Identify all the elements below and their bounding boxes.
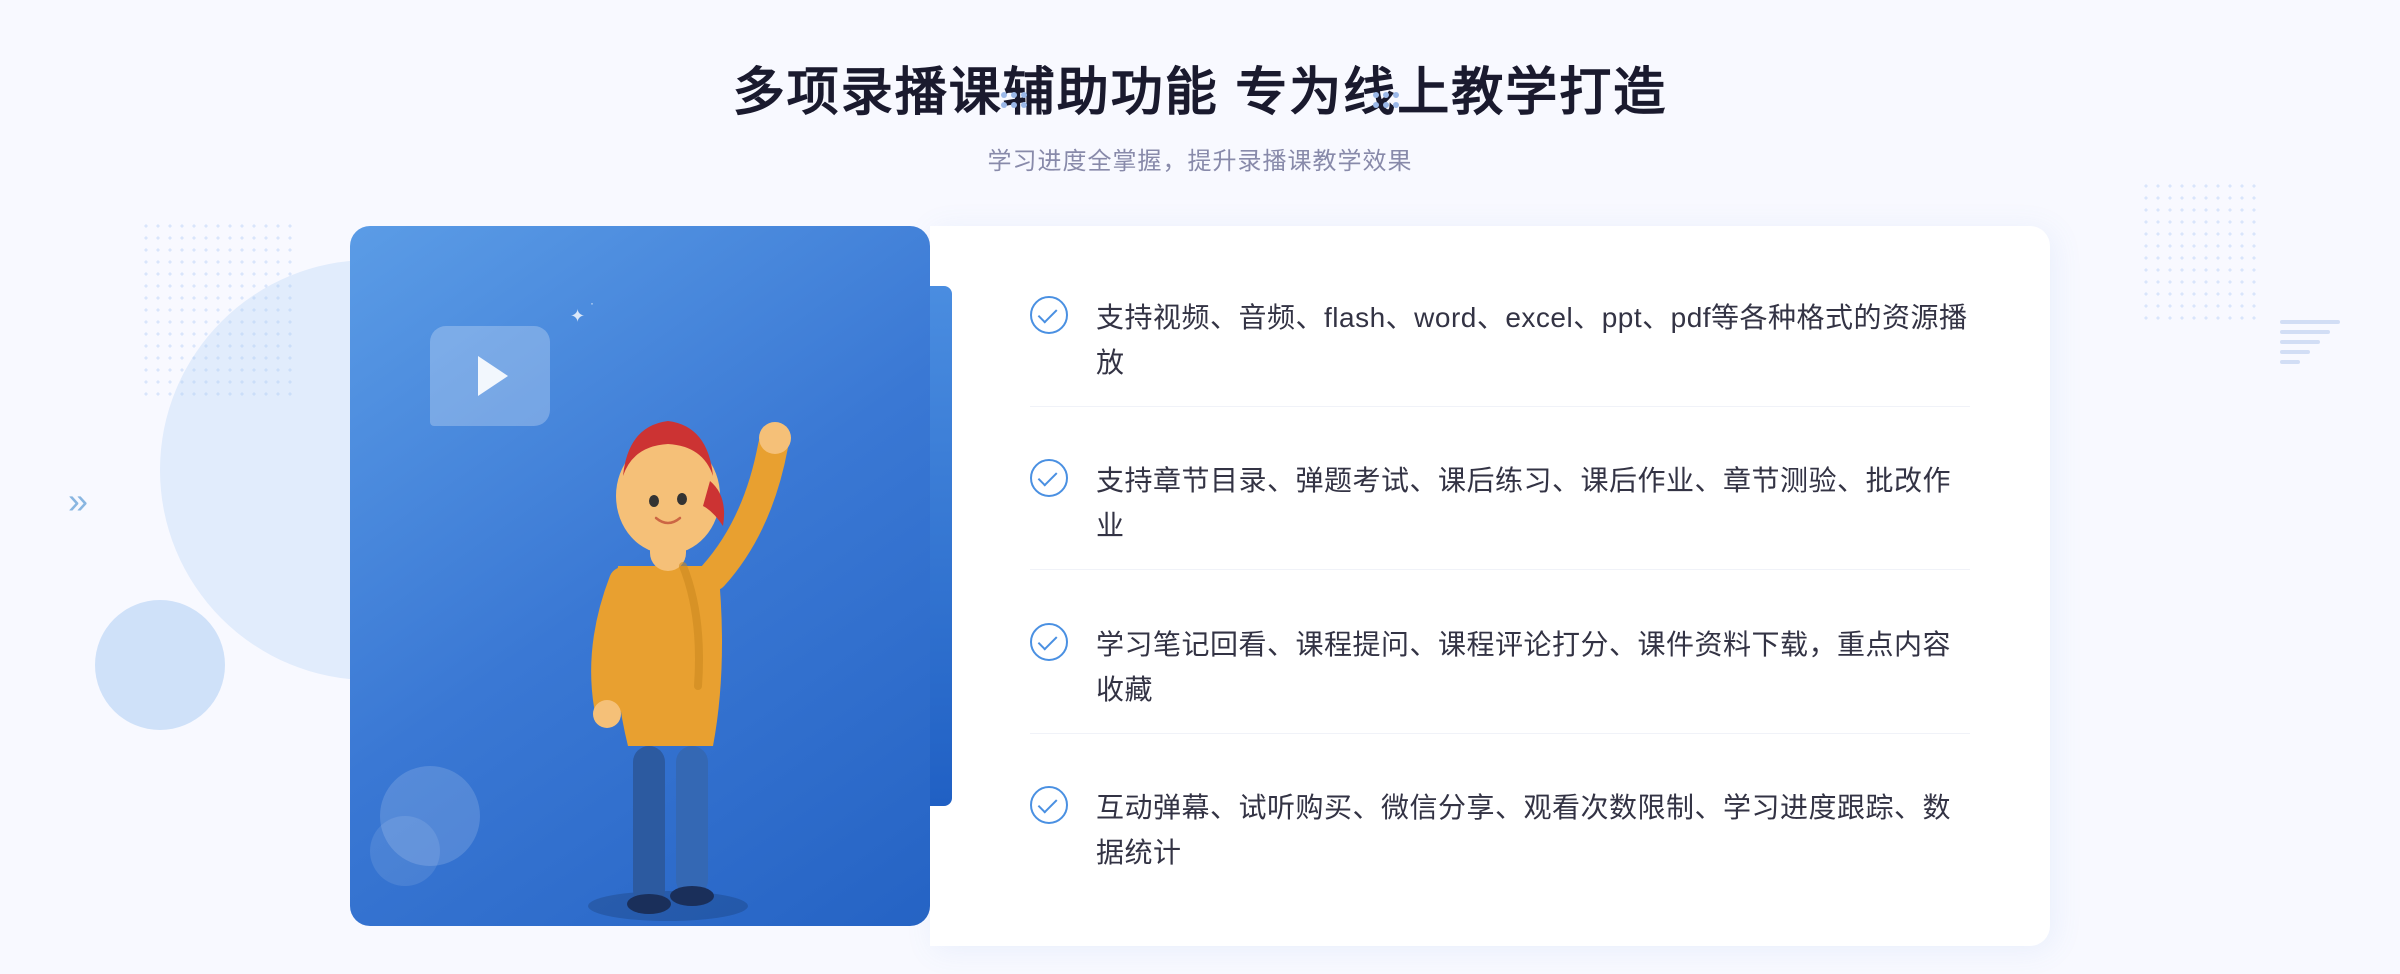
check-mark-3	[1038, 631, 1058, 651]
feature-text-3: 学习笔记回看、课程提问、课程评论打分、课件资料下载，重点内容收藏	[1096, 623, 1970, 713]
page-container: » 多项录播课辅助功能 专为线上教学打造 学习进度全掌握，提升录播课教学效果	[0, 0, 2400, 974]
dot-grid-left	[1373, 92, 1399, 108]
person-figure	[528, 366, 808, 926]
stripes-decoration	[2280, 320, 2340, 420]
stripe-4	[2280, 350, 2310, 354]
check-mark-1	[1038, 304, 1058, 324]
chevron-left-icon: »	[68, 480, 88, 522]
deco-circle-2	[370, 816, 440, 886]
illustration-panel: ✦ ·	[350, 226, 930, 926]
check-icon-2	[1030, 459, 1068, 497]
check-mark-2	[1038, 467, 1058, 487]
check-icon-4	[1030, 786, 1068, 824]
bg-circle-small	[95, 600, 225, 730]
bg-dots-right	[2140, 180, 2260, 320]
stripe-3	[2280, 340, 2320, 344]
content-area: ✦ ·	[350, 226, 2050, 946]
sub-title: 学习进度全掌握，提升录播课教学效果	[733, 141, 1667, 176]
dot-grid-right	[1001, 92, 1027, 108]
accent-bar	[930, 286, 952, 806]
stripe-5	[2280, 360, 2300, 364]
feature-item-4: 互动弹幕、试听购买、微信分享、观看次数限制、学习进度跟踪、数据统计	[1030, 766, 1970, 896]
sparkle-icon-1: ✦	[570, 306, 585, 327]
sparkle-icon-2: ·	[590, 296, 594, 310]
feature-text-1: 支持视频、音频、flash、word、excel、ppt、pdf等各种格式的资源…	[1096, 296, 1970, 386]
check-mark-4	[1038, 794, 1058, 814]
features-panel: 支持视频、音频、flash、word、excel、ppt、pdf等各种格式的资源…	[930, 226, 2050, 946]
feature-text-4: 互动弹幕、试听购买、微信分享、观看次数限制、学习进度跟踪、数据统计	[1096, 786, 1970, 876]
header-section: 多项录播课辅助功能 专为线上教学打造 学习进度全掌握，提升录播课教学效果	[733, 50, 1667, 176]
main-title: 多项录播课辅助功能 专为线上教学打造	[733, 50, 1667, 125]
header-dots-left	[1373, 92, 1399, 108]
play-triangle-icon	[478, 356, 508, 396]
stripe-1	[2280, 320, 2340, 324]
feature-item-3: 学习笔记回看、课程提问、课程评论打分、课件资料下载，重点内容收藏	[1030, 603, 1970, 734]
header-dots-right	[1001, 92, 1027, 108]
check-icon-1	[1030, 296, 1068, 334]
feature-item-2: 支持章节目录、弹题考试、课后练习、课后作业、章节测验、批改作业	[1030, 439, 1970, 570]
feature-item-1: 支持视频、音频、flash、word、excel、ppt、pdf等各种格式的资源…	[1030, 276, 1970, 407]
feature-text-2: 支持章节目录、弹题考试、课后练习、课后作业、章节测验、批改作业	[1096, 459, 1970, 549]
stripe-2	[2280, 330, 2330, 334]
check-icon-3	[1030, 623, 1068, 661]
